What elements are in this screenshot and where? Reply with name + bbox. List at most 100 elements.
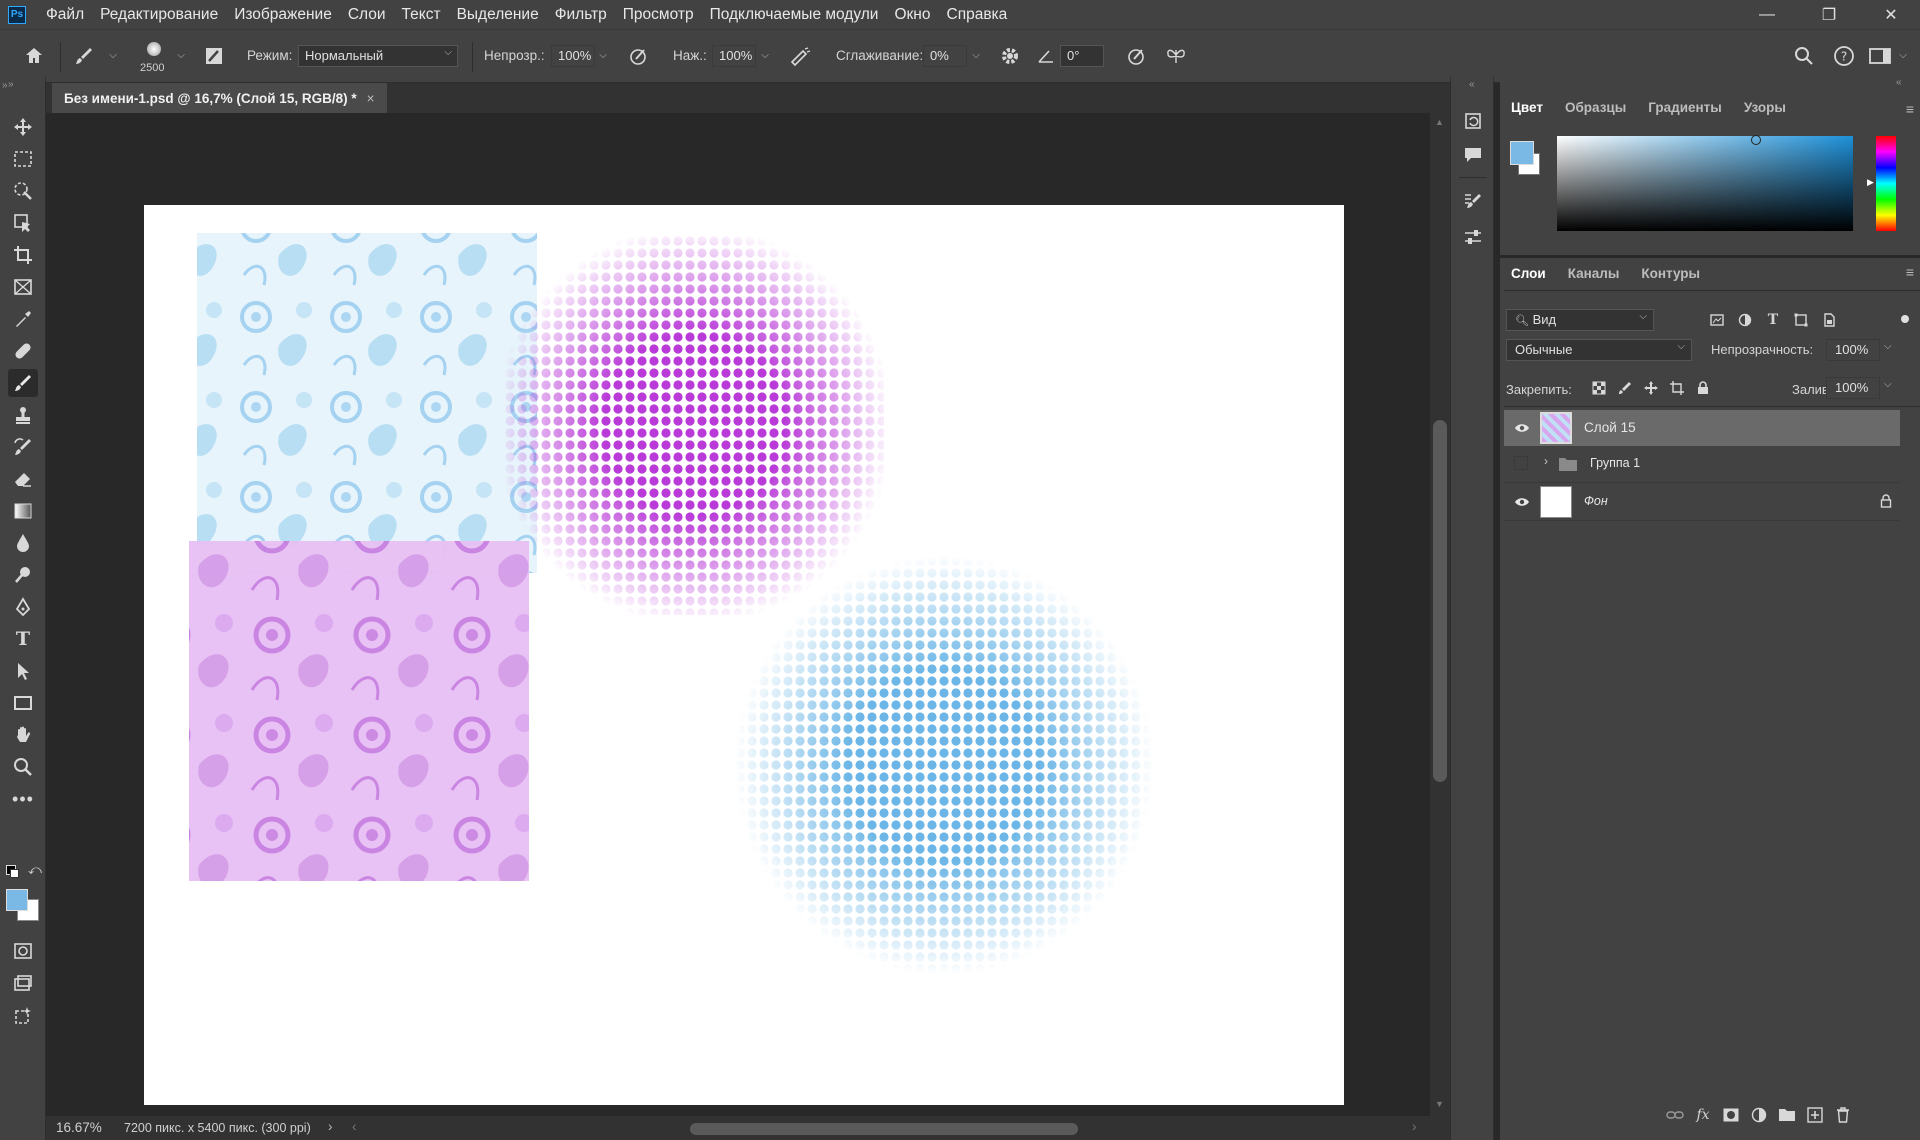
dodge-tool-icon[interactable] [8, 561, 38, 589]
flow-dropdown[interactable]: ⌵ [758, 47, 772, 65]
tab-paths[interactable]: Контуры [1630, 259, 1711, 289]
path-selection-tool-icon[interactable] [8, 657, 38, 685]
help-icon[interactable]: ? [1830, 42, 1858, 70]
filter-smart-object-icon[interactable] [1818, 309, 1840, 331]
crop-tool-icon[interactable] [8, 241, 38, 269]
brush-settings-panel-icon[interactable] [200, 42, 228, 70]
scroll-up-icon[interactable]: ▲ [1435, 117, 1444, 127]
collapse-left-icon[interactable]: » [2, 80, 8, 91]
menu-layers[interactable]: Слои [340, 0, 394, 29]
rectangle-tool-icon[interactable] [8, 689, 38, 717]
layer-opacity-input[interactable]: 100% [1826, 339, 1880, 361]
pressure-opacity-icon[interactable] [624, 42, 652, 70]
eraser-tool-icon[interactable] [8, 465, 38, 493]
visibility-toggle-empty[interactable] [1514, 456, 1528, 470]
history-panel-icon[interactable] [1459, 107, 1487, 135]
menu-image[interactable]: Изображение [226, 0, 340, 29]
menu-view[interactable]: Просмотр [615, 0, 702, 29]
smoothing-dropdown[interactable]: ⌵ [969, 47, 983, 65]
tab-gradients[interactable]: Градиенты [1637, 93, 1733, 123]
clone-stamp-tool-icon[interactable] [8, 401, 38, 429]
scroll-right-icon[interactable]: › [1412, 1119, 1417, 1134]
tab-layers[interactable]: Слои [1500, 259, 1557, 289]
filter-pixel-icon[interactable] [1706, 309, 1728, 331]
pressure-size-icon[interactable] [1122, 42, 1150, 70]
eyedropper-tool-icon[interactable] [8, 305, 38, 333]
zoom-tool-icon[interactable] [8, 753, 38, 781]
brush-settings-icon[interactable] [1459, 187, 1487, 215]
brush-preset-dropdown[interactable]: ⌵ [106, 47, 120, 65]
trash-icon[interactable] [1832, 1104, 1854, 1126]
fill-dropdown[interactable]: ⌵ [1884, 379, 1892, 390]
quick-mask-icon[interactable] [8, 937, 38, 965]
menu-file[interactable]: Файл [38, 0, 92, 29]
menu-help[interactable]: Справка [939, 0, 1016, 29]
brush-preset-icon[interactable] [70, 42, 98, 70]
object-selection-tool-icon[interactable] [8, 209, 38, 237]
lock-all-icon[interactable] [1692, 377, 1714, 399]
menu-filter[interactable]: Фильтр [547, 0, 615, 29]
new-group-folder-icon[interactable] [1776, 1104, 1798, 1126]
blur-tool-icon[interactable] [8, 529, 38, 557]
scroll-left-icon[interactable]: ‹ [352, 1119, 357, 1134]
lock-position-icon[interactable] [1640, 377, 1662, 399]
horizontal-scroll-thumb[interactable] [690, 1123, 1078, 1135]
healing-brush-tool-icon[interactable] [8, 337, 38, 365]
layer-opacity-dropdown[interactable]: ⌵ [1884, 341, 1892, 352]
smoothing-input[interactable]: 0% [923, 45, 967, 67]
tab-color[interactable]: Цвет [1500, 93, 1554, 123]
new-adjustment-layer-icon[interactable] [1748, 1104, 1770, 1126]
layer-name[interactable]: Слой 15 [1584, 420, 1636, 435]
lock-pixels-icon[interactable] [1614, 377, 1636, 399]
foreground-color-swatch[interactable] [6, 889, 28, 911]
layer-row-group-1[interactable]: › Группа 1 [1504, 446, 1900, 482]
layers-panel-menu-icon[interactable]: ≡ [1906, 264, 1914, 280]
mode-select[interactable]: Нормальный ⌵ [298, 45, 458, 67]
hue-slider[interactable] [1876, 136, 1896, 231]
lock-artboard-icon[interactable] [1666, 377, 1688, 399]
brush-size-preview-icon[interactable] [142, 38, 166, 62]
home-icon[interactable] [20, 42, 48, 70]
restore-button[interactable]: ❐ [1800, 0, 1858, 29]
link-layers-icon[interactable] [1664, 1104, 1686, 1126]
document-tab[interactable]: Без имени-1.psd @ 16,7% (Слой 15, RGB/8)… [52, 83, 387, 113]
tab-swatches[interactable]: Образцы [1554, 93, 1637, 123]
filter-type-icon[interactable]: T [1762, 309, 1784, 331]
vertical-scroll-thumb[interactable] [1433, 420, 1447, 782]
filter-adjustment-icon[interactable] [1734, 309, 1756, 331]
color-field[interactable] [1557, 135, 1853, 231]
gear-icon[interactable] [996, 42, 1024, 70]
scroll-down-icon[interactable]: ▼ [1435, 1099, 1444, 1109]
zoom-level[interactable]: 16.67% [56, 1120, 102, 1135]
comments-panel-icon[interactable] [1459, 141, 1487, 169]
more-tools-icon[interactable]: ••• [8, 785, 38, 813]
marquee-tool-icon[interactable] [8, 145, 38, 173]
hue-slider-handle[interactable]: ▶ [1867, 177, 1874, 188]
color-picker-cursor[interactable] [1751, 135, 1761, 145]
generative-fill-icon[interactable] [8, 1001, 38, 1029]
close-document-icon[interactable]: × [367, 91, 375, 106]
visibility-eye-icon[interactable] [1514, 494, 1530, 510]
gradient-tool-icon[interactable] [8, 497, 38, 525]
quick-selection-tool-icon[interactable] [8, 177, 38, 205]
history-brush-tool-icon[interactable] [8, 433, 38, 461]
menu-select[interactable]: Выделение [449, 0, 547, 29]
lock-transparent-icon[interactable] [1588, 377, 1610, 399]
search-icon[interactable] [1790, 42, 1818, 70]
fx-icon[interactable]: fx [1692, 1104, 1714, 1126]
pen-tool-icon[interactable] [8, 593, 38, 621]
blend-mode-select[interactable]: Обычные ⌵ [1506, 339, 1692, 361]
add-mask-icon[interactable] [1720, 1104, 1742, 1126]
color-panel-menu-icon[interactable]: ≡ [1906, 101, 1914, 117]
workspace-dropdown[interactable]: ⌵ [1896, 47, 1910, 65]
collapse-toolbar-icon[interactable]: » [8, 79, 14, 90]
document-canvas[interactable] [144, 205, 1344, 1105]
tab-channels[interactable]: Каналы [1557, 259, 1631, 289]
menu-window[interactable]: Окно [886, 0, 938, 29]
fill-input[interactable]: 100% [1826, 377, 1880, 399]
group-expand-chevron-icon[interactable]: › [1544, 454, 1548, 468]
visibility-eye-icon[interactable] [1514, 420, 1530, 436]
default-colors-icon[interactable] [6, 865, 19, 878]
symmetry-butterfly-icon[interactable] [1162, 42, 1190, 70]
hand-tool-icon[interactable] [8, 721, 38, 749]
